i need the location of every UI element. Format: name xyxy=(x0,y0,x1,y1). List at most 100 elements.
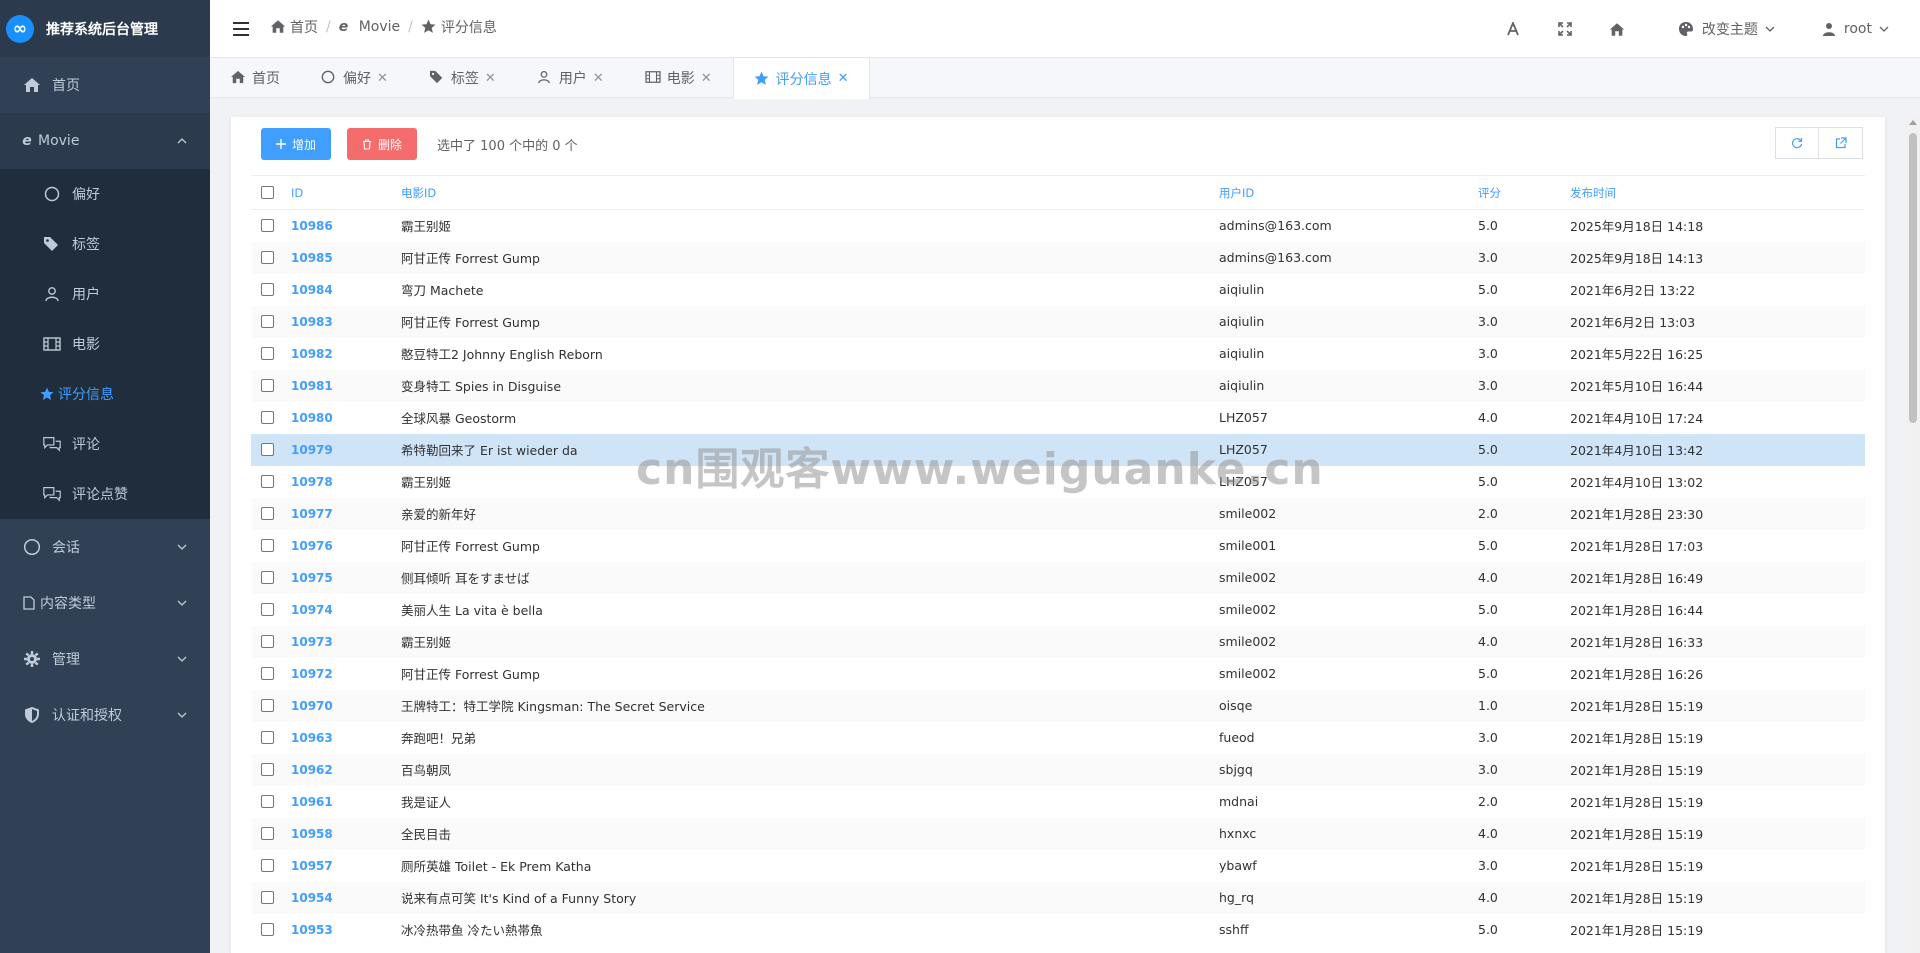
row-id[interactable]: 10974 xyxy=(291,594,401,626)
select-all-checkbox[interactable] xyxy=(261,186,274,199)
sidebar-group-session[interactable]: 会话 xyxy=(0,519,210,575)
row-checkbox[interactable] xyxy=(261,667,274,680)
table-row[interactable]: 10978 霸王别姬 LHZ057 5.0 2021年4月10日 13:02 xyxy=(251,466,1865,498)
row-checkbox[interactable] xyxy=(261,891,274,904)
column-header-id[interactable]: ID xyxy=(291,176,401,210)
row-checkbox[interactable] xyxy=(261,539,274,552)
table-row[interactable]: 10957 厕所英雄 Toilet - Ek Prem Katha ybawf 3.0… xyxy=(251,850,1865,882)
refresh-button[interactable] xyxy=(1775,127,1819,159)
sidebar-item-preference[interactable]: 偏好 xyxy=(0,169,210,219)
row-checkbox[interactable] xyxy=(261,763,274,776)
sidebar-item-movies[interactable]: 电影 xyxy=(0,319,210,369)
sidebar-item-comment-likes[interactable]: 评论点赞 xyxy=(0,469,210,519)
table-row[interactable]: 10985 阿甘正传 Forrest Gump admins@163.com 3.0 2… xyxy=(251,241,1865,274)
table-row[interactable]: 10981 变身特工 Spies in Disguise aiqiulin 3.0 20… xyxy=(251,369,1865,402)
row-checkbox[interactable] xyxy=(261,731,274,744)
sidebar-group-movie[interactable]: e Movie xyxy=(0,113,210,169)
table-row[interactable]: 10983 阿甘正传 Forrest Gump aiqiulin 3.0 2021年6月… xyxy=(251,305,1865,338)
table-row[interactable]: 10972 阿甘正传 Forrest Gump smile002 5.0 2021年1月… xyxy=(251,658,1865,690)
row-id[interactable]: 10983 xyxy=(291,306,401,338)
table-row[interactable]: 10986 霸王别姬 admins@163.com 5.0 2025年9月18日 14:… xyxy=(251,210,1865,242)
close-icon[interactable]: ✕ xyxy=(377,71,388,86)
tab-ratings[interactable]: 评分信息 ✕ xyxy=(732,58,870,99)
table-row[interactable]: 10973 霸王别姬 smile002 4.0 2021年1月28日 16:33 xyxy=(251,625,1865,658)
add-button[interactable]: 增加 xyxy=(261,128,332,160)
table-row[interactable]: 10953 冰冷热带鱼 冷たい熱帯魚 sshff 5.0 2021年1月28日 15:1… xyxy=(251,914,1865,946)
scrollbar-thumb[interactable] xyxy=(1909,133,1917,423)
table-row[interactable]: 10976 阿甘正传 Forrest Gump smile001 5.0 2021年1月… xyxy=(251,530,1865,562)
row-checkbox[interactable] xyxy=(261,411,274,424)
column-header-movie-id[interactable]: 电影ID xyxy=(401,176,1219,210)
delete-button[interactable]: 删除 xyxy=(347,128,418,160)
row-checkbox[interactable] xyxy=(261,219,274,233)
row-id[interactable]: 10957 xyxy=(291,850,401,882)
row-id[interactable]: 10986 xyxy=(291,210,401,242)
sidebar-item-comments[interactable]: 评论 xyxy=(0,419,210,469)
table-row[interactable]: 10954 说来有点可笑 It's Kind of a Funny Story hg… xyxy=(251,881,1865,914)
row-id[interactable]: 10961 xyxy=(291,786,401,818)
row-checkbox[interactable] xyxy=(261,347,274,360)
row-checkbox[interactable] xyxy=(261,283,274,296)
row-id[interactable]: 10972 xyxy=(291,658,401,690)
column-header-publish-time[interactable]: 发布时间 xyxy=(1570,176,1865,210)
row-id[interactable]: 10962 xyxy=(291,754,401,786)
table-row[interactable]: 10958 全民目击 hxnxc 4.0 2021年1月28日 15:19 xyxy=(251,817,1865,850)
row-id[interactable]: 10978 xyxy=(291,466,401,498)
row-checkbox[interactable] xyxy=(261,699,274,712)
row-checkbox[interactable] xyxy=(261,795,274,808)
theme-dropdown[interactable]: 改变主题 xyxy=(1678,19,1776,39)
row-checkbox[interactable] xyxy=(261,571,274,584)
table-row[interactable]: 10963 奔跑吧！兄弟 fueod 3.0 2021年1月28日 15:19 xyxy=(251,722,1865,754)
user-dropdown[interactable]: root xyxy=(1822,21,1890,37)
row-checkbox[interactable] xyxy=(261,251,274,264)
table-row[interactable]: 10979 希特勒回来了 Er ist wieder da LHZ057 5.0 202… xyxy=(251,433,1865,466)
close-icon[interactable]: ✕ xyxy=(838,71,849,86)
column-header-rating[interactable]: 评分 xyxy=(1478,176,1570,210)
row-id[interactable]: 10982 xyxy=(291,338,401,370)
close-icon[interactable]: ✕ xyxy=(593,71,604,86)
sidebar-item-tags[interactable]: 标签 xyxy=(0,219,210,269)
row-id[interactable]: 10980 xyxy=(291,402,401,434)
row-id[interactable]: 10977 xyxy=(291,498,401,530)
table-row[interactable]: 10982 憨豆特工2 Johnny English Reborn aiqiulin… xyxy=(251,338,1865,370)
table-row[interactable]: 10984 弯刀 Machete aiqiulin 5.0 2021年6月2日 13:2… xyxy=(251,274,1865,306)
row-id[interactable]: 10953 xyxy=(291,914,401,946)
table-row[interactable]: 10970 王牌特工：特工学院 Kingsman: The Secret Serv… xyxy=(251,689,1865,722)
page-scrollbar[interactable] xyxy=(1906,117,1920,953)
table-row[interactable]: 10962 百鸟朝凤 sbjgq 3.0 2021年1月28日 15:19 xyxy=(251,753,1865,786)
row-checkbox[interactable] xyxy=(261,379,274,392)
row-checkbox[interactable] xyxy=(261,443,274,456)
row-checkbox[interactable] xyxy=(261,827,274,840)
sidebar-group-manage[interactable]: 管理 xyxy=(0,631,210,687)
row-checkbox[interactable] xyxy=(261,635,274,648)
font-size-button[interactable] xyxy=(1498,14,1528,44)
export-button[interactable] xyxy=(1819,127,1863,159)
column-header-user-id[interactable]: 用户ID xyxy=(1219,176,1478,210)
tab-movies[interactable]: 电影 ✕ xyxy=(625,58,733,98)
hamburger-menu-icon[interactable] xyxy=(230,18,252,40)
tab-users[interactable]: 用户 ✕ xyxy=(517,58,625,98)
close-icon[interactable]: ✕ xyxy=(701,71,712,86)
table-row[interactable]: 10975 侧耳倾听 耳をすませば smile002 4.0 2021年1月28日 16… xyxy=(251,561,1865,594)
tab-home[interactable]: 首页 xyxy=(210,58,301,98)
sidebar-item-users[interactable]: 用户 xyxy=(0,269,210,319)
table-row[interactable]: 10980 全球风暴 Geostorm LHZ057 4.0 2021年4月10日 17… xyxy=(251,402,1865,434)
sidebar-group-auth[interactable]: 认证和授权 xyxy=(0,687,210,743)
row-id[interactable]: 10979 xyxy=(291,434,401,466)
row-checkbox[interactable] xyxy=(261,315,274,328)
row-id[interactable]: 10985 xyxy=(291,242,401,274)
row-id[interactable]: 10958 xyxy=(291,818,401,850)
app-logo-area[interactable]: ∞ 推荐系统后台管理 xyxy=(0,0,210,57)
row-id[interactable]: 10970 xyxy=(291,690,401,722)
breadcrumb-home[interactable]: 首页 xyxy=(270,17,318,37)
tab-preference[interactable]: 偏好 ✕ xyxy=(301,58,409,98)
row-id[interactable]: 10954 xyxy=(291,882,401,914)
scroll-up-arrow-icon[interactable] xyxy=(1909,120,1917,125)
row-checkbox[interactable] xyxy=(261,859,274,872)
sidebar-group-content-type[interactable]: 内容类型 xyxy=(0,575,210,631)
row-id[interactable]: 10976 xyxy=(291,530,401,562)
row-checkbox[interactable] xyxy=(261,475,274,488)
row-checkbox[interactable] xyxy=(261,603,274,616)
row-id[interactable]: 10981 xyxy=(291,370,401,402)
breadcrumb-movie[interactable]: e Movie xyxy=(339,19,400,35)
